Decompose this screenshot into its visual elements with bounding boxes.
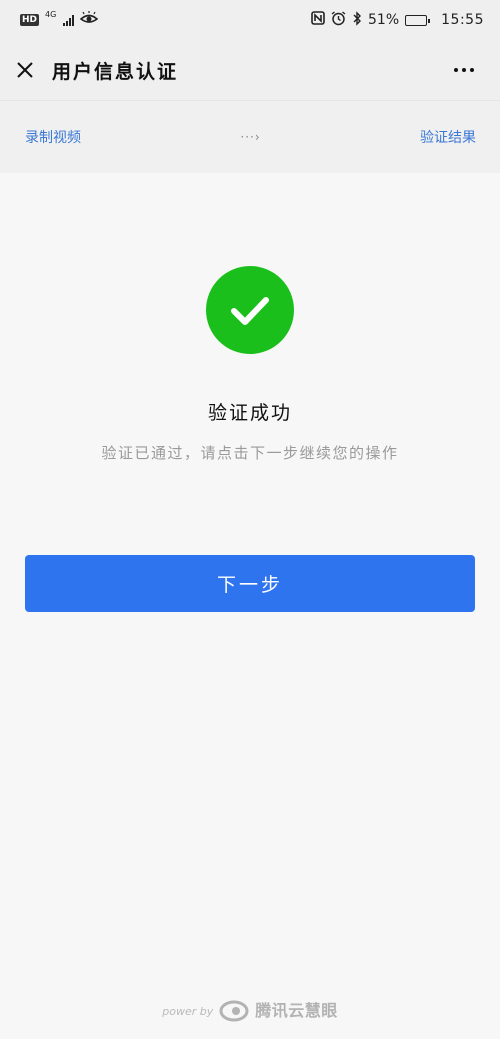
bluetooth-icon [352,10,362,30]
nfc-icon [311,11,325,29]
step-record-video: 录制视频 [25,130,81,146]
status-bar: HD 4G 51% 15:55 [0,0,500,40]
status-left: HD 4G [20,10,99,29]
status-time: 15:55 [441,12,484,28]
battery-icon [405,14,431,26]
more-button[interactable] [448,56,480,84]
result-description: 验证已通过，请点击下一步继续您的操作 [101,444,399,462]
more-icon-dot [454,68,458,72]
network-type: 4G [45,10,57,19]
alarm-icon [331,10,346,30]
signal-icon [63,14,75,26]
close-button[interactable] [0,40,50,100]
close-icon [17,62,33,78]
status-right: 51% 15:55 [311,10,484,30]
tencent-cloud-logo-icon [219,999,249,1023]
nav-bar: 用户信息认证 [0,40,500,100]
step-arrow-icon: ···› [240,130,261,144]
check-circle-icon [206,266,294,354]
hd-icon: HD [20,14,40,26]
footer-brand-block: 腾讯云慧眼 [255,1003,338,1019]
check-icon [231,297,269,325]
footer: power by 腾讯云慧眼 [0,995,500,1027]
more-icon-dot [470,68,474,72]
step-indicator: 录制视频 ···› 验证结果 [0,100,500,173]
eye-icon [80,11,99,29]
powered-by-label: power by [162,1004,214,1018]
page-title: 用户信息认证 [52,60,179,83]
footer-brand: 腾讯云慧眼 [255,1001,338,1020]
result-title: 验证成功 [207,402,292,424]
more-icon-dot [462,68,466,72]
battery-percent: 51% [368,12,400,28]
step-verify-result: 验证结果 [420,130,476,146]
next-step-button[interactable]: 下一步 [25,555,475,612]
